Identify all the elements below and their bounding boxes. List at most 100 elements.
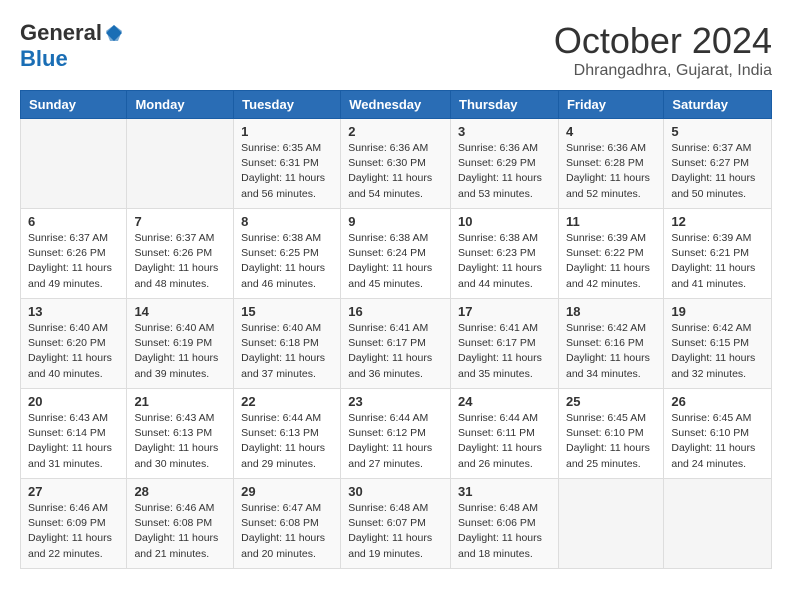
day-number: 8 (241, 214, 333, 229)
day-info: Sunrise: 6:38 AMSunset: 6:25 PMDaylight:… (241, 231, 333, 292)
day-number: 4 (566, 124, 656, 139)
month-title: October 2024 (554, 20, 772, 62)
calendar-cell: 22 Sunrise: 6:44 AMSunset: 6:13 PMDayligh… (234, 389, 341, 479)
day-info: Sunrise: 6:40 AMSunset: 6:20 PMDaylight:… (28, 321, 119, 382)
day-info: Sunrise: 6:38 AMSunset: 6:23 PMDaylight:… (458, 231, 551, 292)
day-info: Sunrise: 6:48 AMSunset: 6:07 PMDaylight:… (348, 501, 443, 562)
day-number: 27 (28, 484, 119, 499)
day-number: 26 (671, 394, 764, 409)
calendar-cell: 5Sunrise: 6:37 AMSunset: 6:27 PMDaylight… (664, 119, 772, 209)
calendar-table: SundayMondayTuesdayWednesdayThursdayFrid… (20, 90, 772, 569)
calendar-cell: 24 Sunrise: 6:44 AMSunset: 6:11 PMDayligh… (451, 389, 559, 479)
calendar-cell: 30 Sunrise: 6:48 AMSunset: 6:07 PMDayligh… (341, 479, 451, 569)
day-header-wednesday: Wednesday (341, 91, 451, 119)
calendar-cell: 3 Sunrise: 6:36 AMSunset: 6:29 PMDaylight… (451, 119, 559, 209)
day-number: 10 (458, 214, 551, 229)
day-header-sunday: Sunday (21, 91, 127, 119)
day-info: Sunrise: 6:39 AMSunset: 6:22 PMDaylight:… (566, 231, 656, 292)
day-number: 11 (566, 214, 656, 229)
day-header-monday: Monday (127, 91, 234, 119)
calendar-cell (21, 119, 127, 209)
day-number: 2 (348, 124, 443, 139)
day-info: Sunrise: 6:37 AMSunset: 6:26 PMDaylight:… (28, 231, 119, 292)
calendar-cell: 4Sunrise: 6:36 AMSunset: 6:28 PMDaylight… (558, 119, 663, 209)
day-info: Sunrise: 6:37 AMSunset: 6:27 PMDaylight:… (671, 141, 764, 202)
location-title: Dhrangadhra, Gujarat, India (554, 62, 772, 80)
day-info: Sunrise: 6:42 AMSunset: 6:16 PMDaylight:… (566, 321, 656, 382)
day-info: Sunrise: 6:35 AMSunset: 6:31 PMDaylight:… (241, 141, 333, 202)
calendar-cell: 14 Sunrise: 6:40 AMSunset: 6:19 PMDayligh… (127, 299, 234, 389)
title-area: October 2024 Dhrangadhra, Gujarat, India (554, 20, 772, 80)
calendar-cell: 10 Sunrise: 6:38 AMSunset: 6:23 PMDayligh… (451, 209, 559, 299)
calendar-cell: 1Sunrise: 6:35 AMSunset: 6:31 PMDaylight… (234, 119, 341, 209)
calendar-cell: 18 Sunrise: 6:42 AMSunset: 6:16 PMDayligh… (558, 299, 663, 389)
day-info: Sunrise: 6:42 AMSunset: 6:15 PMDaylight:… (671, 321, 764, 382)
calendar-cell: 17 Sunrise: 6:41 AMSunset: 6:17 PMDayligh… (451, 299, 559, 389)
day-number: 28 (134, 484, 226, 499)
calendar-cell: 11 Sunrise: 6:39 AMSunset: 6:22 PMDayligh… (558, 209, 663, 299)
calendar-cell: 28Sunrise: 6:46 AMSunset: 6:08 PMDayligh… (127, 479, 234, 569)
day-number: 3 (458, 124, 551, 139)
day-number: 17 (458, 304, 551, 319)
day-info: Sunrise: 6:43 AMSunset: 6:14 PMDaylight:… (28, 411, 119, 472)
day-number: 21 (134, 394, 226, 409)
calendar-cell: 9 Sunrise: 6:38 AMSunset: 6:24 PMDaylight… (341, 209, 451, 299)
week-row-3: 13 Sunrise: 6:40 AMSunset: 6:20 PMDayligh… (21, 299, 772, 389)
day-info: Sunrise: 6:38 AMSunset: 6:24 PMDaylight:… (348, 231, 443, 292)
calendar-cell: 15Sunrise: 6:40 AMSunset: 6:18 PMDayligh… (234, 299, 341, 389)
day-info: Sunrise: 6:44 AMSunset: 6:13 PMDaylight:… (241, 411, 333, 472)
day-number: 6 (28, 214, 119, 229)
day-info: Sunrise: 6:44 AMSunset: 6:12 PMDaylight:… (348, 411, 443, 472)
day-info: Sunrise: 6:39 AMSunset: 6:21 PMDaylight:… (671, 231, 764, 292)
day-number: 14 (134, 304, 226, 319)
day-number: 13 (28, 304, 119, 319)
calendar-cell: 21 Sunrise: 6:43 AMSunset: 6:13 PMDayligh… (127, 389, 234, 479)
day-number: 29 (241, 484, 333, 499)
day-info: Sunrise: 6:45 AMSunset: 6:10 PMDaylight:… (566, 411, 656, 472)
day-number: 12 (671, 214, 764, 229)
day-number: 31 (458, 484, 551, 499)
day-number: 24 (458, 394, 551, 409)
day-number: 7 (134, 214, 226, 229)
week-row-4: 20 Sunrise: 6:43 AMSunset: 6:14 PMDayligh… (21, 389, 772, 479)
days-header-row: SundayMondayTuesdayWednesdayThursdayFrid… (21, 91, 772, 119)
day-number: 15 (241, 304, 333, 319)
day-info: Sunrise: 6:41 AMSunset: 6:17 PMDaylight:… (348, 321, 443, 382)
calendar-cell: 20 Sunrise: 6:43 AMSunset: 6:14 PMDayligh… (21, 389, 127, 479)
day-info: Sunrise: 6:40 AMSunset: 6:19 PMDaylight:… (134, 321, 226, 382)
day-info: Sunrise: 6:48 AMSunset: 6:06 PMDaylight:… (458, 501, 551, 562)
calendar-cell: 2 Sunrise: 6:36 AMSunset: 6:30 PMDaylight… (341, 119, 451, 209)
day-header-thursday: Thursday (451, 91, 559, 119)
calendar-cell: 31 Sunrise: 6:48 AMSunset: 6:06 PMDayligh… (451, 479, 559, 569)
day-number: 18 (566, 304, 656, 319)
day-number: 30 (348, 484, 443, 499)
day-info: Sunrise: 6:37 AMSunset: 6:26 PMDaylight:… (134, 231, 226, 292)
day-info: Sunrise: 6:36 AMSunset: 6:30 PMDaylight:… (348, 141, 443, 202)
day-info: Sunrise: 6:47 AMSunset: 6:08 PMDaylight:… (241, 501, 333, 562)
logo: General Blue (20, 20, 124, 72)
calendar-cell (558, 479, 663, 569)
calendar-cell: 26 Sunrise: 6:45 AMSunset: 6:10 PMDayligh… (664, 389, 772, 479)
day-number: 9 (348, 214, 443, 229)
day-header-friday: Friday (558, 91, 663, 119)
day-info: Sunrise: 6:36 AMSunset: 6:29 PMDaylight:… (458, 141, 551, 202)
day-info: Sunrise: 6:45 AMSunset: 6:10 PMDaylight:… (671, 411, 764, 472)
day-info: Sunrise: 6:43 AMSunset: 6:13 PMDaylight:… (134, 411, 226, 472)
day-number: 22 (241, 394, 333, 409)
week-row-2: 6 Sunrise: 6:37 AMSunset: 6:26 PMDaylight… (21, 209, 772, 299)
day-info: Sunrise: 6:44 AMSunset: 6:11 PMDaylight:… (458, 411, 551, 472)
day-number: 23 (348, 394, 443, 409)
header: General Blue October 2024 Dhrangadhra, G… (20, 20, 772, 80)
calendar-cell: 19Sunrise: 6:42 AMSunset: 6:15 PMDayligh… (664, 299, 772, 389)
calendar-cell: 13 Sunrise: 6:40 AMSunset: 6:20 PMDayligh… (21, 299, 127, 389)
calendar-cell: 16Sunrise: 6:41 AMSunset: 6:17 PMDayligh… (341, 299, 451, 389)
calendar-cell (127, 119, 234, 209)
day-header-tuesday: Tuesday (234, 91, 341, 119)
day-number: 20 (28, 394, 119, 409)
calendar-cell: 7 Sunrise: 6:37 AMSunset: 6:26 PMDaylight… (127, 209, 234, 299)
calendar-cell: 25Sunrise: 6:45 AMSunset: 6:10 PMDayligh… (558, 389, 663, 479)
week-row-1: 1Sunrise: 6:35 AMSunset: 6:31 PMDaylight… (21, 119, 772, 209)
logo-blue-text: Blue (20, 46, 68, 72)
day-info: Sunrise: 6:41 AMSunset: 6:17 PMDaylight:… (458, 321, 551, 382)
calendar-cell: 8 Sunrise: 6:38 AMSunset: 6:25 PMDaylight… (234, 209, 341, 299)
